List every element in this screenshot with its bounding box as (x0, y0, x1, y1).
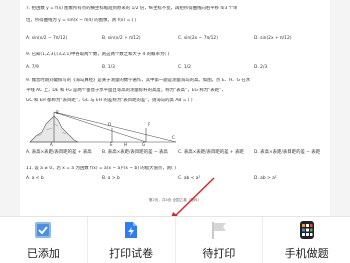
print-paper-icon (125, 222, 138, 238)
question-8-text: 9. 已知(1,2,3),(3,2,1)中各取两个数，则这两个数之和大于 4 的… (26, 52, 170, 57)
question-11-text: 11. 设 a ≠ 0，若 x = a 为函数 f(x) = a(x − a)²… (26, 166, 176, 171)
exam-page: 7. 把函数 y = f(x) 图象所有点的横坐标缩短到原来的 1/2 倍，纵坐… (20, 0, 330, 216)
q8-option-a: A. 7/9 (26, 65, 39, 70)
q9-option-c: C. 表高×表距/表目距的差 + 表距 (178, 150, 244, 155)
label-f: F (148, 122, 151, 127)
tab-added[interactable]: 已添加 (0, 217, 88, 263)
label-g: G (142, 142, 145, 146)
q9-option-d: D. 表高×表距/表目距的差 − 表距 (254, 150, 321, 155)
tab-added-label: 已添加 (26, 247, 60, 260)
tab-phone-practice-label: 手机做题 (284, 247, 329, 260)
question-9-text: 9. 魏晋时期刘徽撰写的《海岛算经》是关于测量的数学著作，其中第一题是测量海岛的… (26, 78, 251, 83)
added-check-icon (35, 222, 52, 238)
label-b: B (56, 110, 59, 115)
label-h: H (124, 142, 127, 146)
question-9-text-cont: 平线 AC 上，DE 和 FG 是两个垂直于水平面且等高的测量标杆的高度，称为“… (26, 88, 226, 93)
tab-pending-print-label: 待打印 (202, 247, 236, 260)
q8-option-d: D. 2/3 (254, 65, 268, 70)
tab-phone-practice[interactable]: 手机做题 (263, 217, 350, 263)
q11-option-a: A. a < b (26, 176, 44, 181)
tab-print-paper[interactable]: 打印试卷 (88, 217, 176, 263)
label-d: D (108, 122, 111, 127)
q9-option-b: B. 表高×表距/表目距的差 − 表高 (102, 150, 168, 155)
phone-grid-icon (299, 221, 314, 239)
label-e: E (110, 142, 113, 146)
document-preview[interactable]: 7. 把函数 y = f(x) 图象所有点的横坐标缩短到原来的 1/2 倍，纵坐… (0, 0, 350, 216)
tab-pending-print[interactable]: 待打印 (176, 217, 264, 263)
question-7-text: 7. 把函数 y = f(x) 图象所有点的横坐标缩短到原来的 1/2 倍，纵坐… (26, 6, 238, 11)
q7-option-a: A. sin(x/2 − 7π/12) (26, 36, 68, 41)
page-footer: 第2页，共4页 全国乙卷（理科） (148, 198, 202, 202)
q9-option-a: A. 表高×表距/表目距的差 + 表高 (26, 150, 92, 155)
q8-option-b: B. 1/3 (102, 65, 115, 70)
q7-option-c: C. sin(2x − 7π/12) (178, 36, 218, 41)
q11-option-b: B. a > b (102, 176, 120, 181)
q8-option-c: C. 1/2 (178, 65, 191, 70)
question-7-text-cont: 位，所得曲线为 y = sin(x − π/4) 的图像，则 f(x) = ( … (26, 18, 137, 23)
island-figure: B A D F E H G C (29, 110, 177, 146)
q7-option-b: B. sin(x/2 + π/12) (102, 36, 141, 41)
bottom-action-bar: 已添加 打印试卷 待打印 手机做题 (0, 216, 350, 263)
q11-option-c: C. ab < a² (178, 176, 201, 181)
label-c: C (172, 135, 175, 140)
label-a: A (50, 142, 53, 146)
q7-option-d: D. sin(2x + π/12) (254, 36, 292, 41)
q11-option-d: D. ab > a² (254, 176, 277, 181)
pending-print-flag-icon (212, 222, 226, 239)
question-9-text-cont2: GC 和 EH 都称为“表目距”，GC 与 EH 的差称为“表目距的差”，则海岛… (26, 98, 193, 103)
tab-print-paper-label: 打印试卷 (109, 247, 154, 260)
